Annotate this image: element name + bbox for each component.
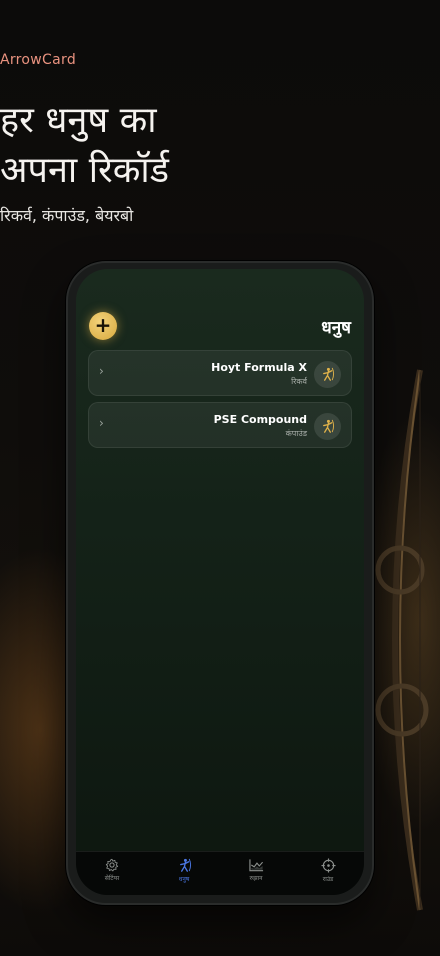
headline: हर धनुष का अपना रिकॉर्ड (0, 96, 440, 196)
add-bow-button[interactable]: + (89, 312, 117, 340)
target-icon (320, 858, 336, 873)
bow-card[interactable]: › PSE Compound कंपाउंड (88, 402, 352, 448)
bow-type: रिकर्व (291, 377, 307, 386)
bow-type: कंपाउंड (285, 429, 307, 438)
subline: रिकर्व, कंपाउंड, बेयरबो (0, 206, 134, 225)
tab-label: रुझान (249, 875, 263, 882)
headline-line-1: हर धनुष का (0, 100, 157, 141)
chevron-right-icon: › (99, 416, 104, 430)
tab-label: राउंड (322, 876, 334, 883)
archer-icon (314, 361, 341, 388)
chevron-right-icon: › (99, 364, 104, 378)
trend-chart-icon (248, 859, 263, 872)
tab-label: सेटिंग्स (104, 875, 120, 882)
tab-label: धनुष (178, 876, 190, 883)
tab-bar: सेटिंग्स धनुष रुझान राउंड (76, 851, 364, 895)
tab-bows[interactable]: धनुष (154, 858, 214, 883)
tab-trends[interactable]: रुझान (226, 858, 286, 882)
archer-icon (314, 413, 341, 440)
tab-settings[interactable]: सेटिंग्स (82, 858, 142, 882)
bow-card[interactable]: › Hoyt Formula X रिकर्व (88, 350, 352, 396)
bow-name: Hoyt Formula X (211, 361, 307, 374)
app-name: ArrowCard (0, 52, 77, 68)
screen-title: धनुष (321, 318, 351, 338)
gear-icon (105, 858, 119, 872)
tab-rounds[interactable]: राउंड (298, 858, 358, 883)
bow-name: PSE Compound (213, 413, 307, 426)
archer-icon (179, 858, 191, 872)
phone-screen: + धनुष › Hoyt Formula X रिकर्व › PSE Com… (76, 269, 364, 895)
headline-line-2: अपना रिकॉर्ड (0, 150, 169, 191)
